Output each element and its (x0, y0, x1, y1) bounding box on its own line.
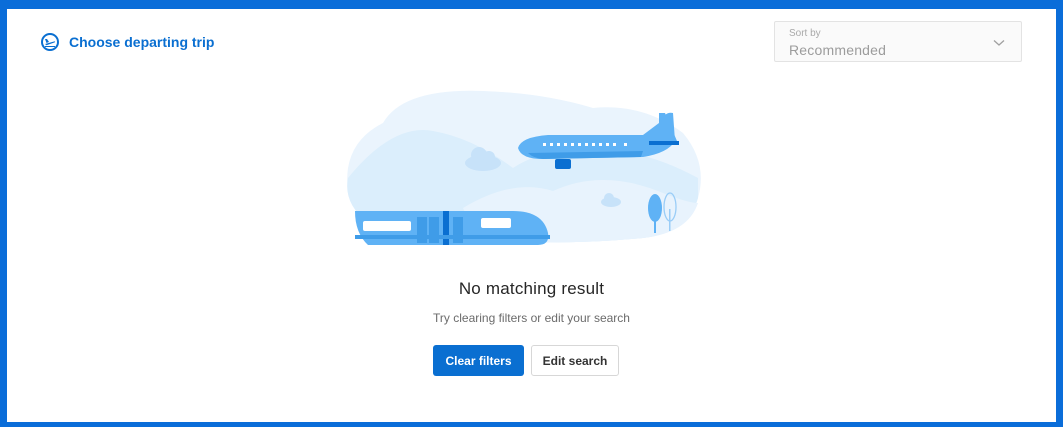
results-panel: Choose departing trip Sort by Recommende… (7, 9, 1056, 422)
choose-departing-trip-header[interactable]: Choose departing trip (41, 33, 214, 51)
empty-state-title: No matching result (458, 279, 605, 298)
sort-by-dropdown[interactable]: Sort by Recommended (774, 21, 1022, 62)
plane-and-train-illustration (343, 83, 713, 258)
plane-departure-icon (41, 33, 59, 51)
empty-state-subtitle: Try clearing filters or edit your search (433, 311, 630, 325)
header-title: Choose departing trip (69, 34, 215, 50)
clear-filters-button[interactable]: Clear filters (433, 345, 524, 376)
chevron-down-icon (993, 34, 1005, 52)
sort-by-label: Sort by (789, 28, 821, 39)
sort-by-value: Recommended (789, 42, 887, 58)
edit-search-button[interactable]: Edit search (531, 345, 619, 376)
